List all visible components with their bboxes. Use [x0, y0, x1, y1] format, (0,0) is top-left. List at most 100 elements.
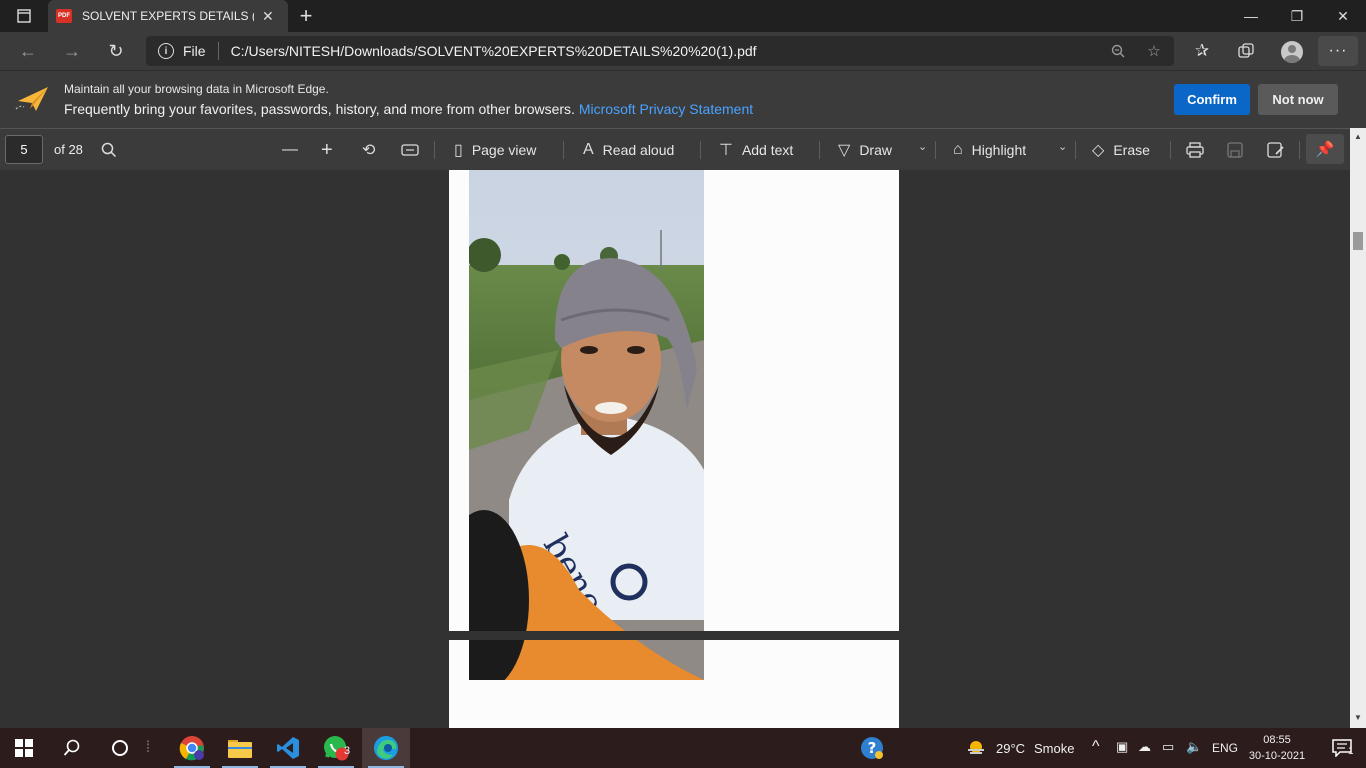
infobar-heading: Maintain all your browsing data in Micro…: [64, 82, 329, 96]
notifications-icon[interactable]: 1: [1318, 728, 1366, 768]
draw-options-chevron-icon[interactable]: ⌄: [918, 140, 927, 153]
search-icon[interactable]: [48, 728, 96, 768]
save-icon: [1227, 137, 1243, 163]
scroll-up-icon[interactable]: ▲: [1353, 132, 1363, 142]
read-aloud-button[interactable]: A Read aloud: [583, 137, 674, 163]
erase-button[interactable]: ◇ Erase: [1092, 137, 1150, 163]
tab-close-icon[interactable]: ✕: [262, 8, 274, 25]
forward-button[interactable]: →: [58, 38, 86, 64]
selfie-photo: bene: [469, 170, 704, 680]
file-explorer-icon[interactable]: [216, 728, 264, 768]
find-icon[interactable]: [101, 137, 117, 163]
back-button[interactable]: ←: [14, 38, 42, 64]
site-info-icon[interactable]: i: [158, 43, 174, 59]
page-total: of 28: [54, 142, 83, 157]
scrollbar-thumb[interactable]: [1353, 232, 1363, 250]
address-bar[interactable]: i File C:/Users/NITESH/Downloads/SOLVENT…: [146, 36, 1174, 66]
favorites-icon[interactable]: ✰: [1189, 39, 1215, 63]
tab-pdf-document[interactable]: PDF SOLVENT EXPERTS DETAILS (1).pdf ✕: [48, 0, 288, 32]
chrome-icon[interactable]: [168, 728, 216, 768]
read-aloud-icon: A: [583, 141, 594, 158]
tab-title: SOLVENT EXPERTS DETAILS (1).pdf: [82, 9, 254, 23]
weather-temperature[interactable]: 29°C: [996, 741, 1025, 756]
privacy-statement-link[interactable]: Microsoft Privacy Statement: [579, 101, 753, 117]
zoom-in-icon[interactable]: +: [321, 137, 342, 163]
toolbar-divider: [700, 141, 701, 159]
weather-description[interactable]: Smoke: [1034, 741, 1074, 756]
toolbar-divider: [1170, 141, 1171, 159]
eraser-icon: ◇: [1092, 142, 1105, 159]
rotate-icon[interactable]: ⟲: [362, 137, 384, 163]
language-indicator[interactable]: ENG: [1212, 741, 1238, 755]
onedrive-icon[interactable]: ☁: [1138, 739, 1151, 755]
draw-icon: ▽: [838, 142, 851, 159]
draw-label: Draw: [859, 142, 892, 158]
device-icon[interactable]: ▣: [1116, 739, 1128, 755]
add-favorite-icon[interactable]: ☆: [1142, 42, 1166, 60]
vertical-scrollbar[interactable]: ▲ ▼: [1350, 128, 1366, 728]
toolbar-divider: [563, 141, 564, 159]
profile-avatar[interactable]: [1281, 41, 1303, 63]
restore-button[interactable]: ❐: [1274, 0, 1320, 32]
zoom-icon[interactable]: [1106, 42, 1130, 60]
refresh-button[interactable]: ↻: [102, 38, 130, 64]
page-gap: [449, 631, 899, 640]
save-as-icon[interactable]: [1267, 137, 1284, 163]
edge-icon[interactable]: [362, 728, 410, 768]
page-view-label: Page view: [471, 142, 537, 158]
page-view-button[interactable]: ▯ Page view: [454, 137, 536, 163]
highlight-icon: ⌂: [953, 141, 963, 158]
highlight-button[interactable]: ⌂ Highlight: [953, 137, 1026, 163]
battery-icon[interactable]: ▭: [1162, 739, 1174, 755]
scheme-label: File: [183, 43, 206, 59]
add-text-button[interactable]: ⊤ Add text: [719, 137, 793, 163]
navigation-bar: ← → ↻ i File C:/Users/NITESH/Downloads/S…: [0, 32, 1366, 70]
close-window-button[interactable]: ✕: [1320, 0, 1366, 32]
tab-actions-icon[interactable]: [10, 6, 38, 26]
whatsapp-badge: 3: [343, 745, 351, 757]
pdf-toolbar: of 28 — + ⟲ ▯ Page view A Read aloud ⊤ Add …: [0, 128, 1366, 170]
not-now-button[interactable]: Not now: [1258, 84, 1338, 115]
toolbar-divider: [1075, 141, 1076, 159]
system-clock[interactable]: 08:55 30-10-2021: [1246, 732, 1308, 764]
draw-button[interactable]: ▽ Draw: [838, 137, 892, 163]
toolbar-divider: [819, 141, 820, 159]
add-text-icon: ⊤: [719, 142, 733, 159]
taskbar-gripper: ⁞: [145, 739, 151, 756]
infobar-message-text: Frequently bring your favorites, passwor…: [64, 101, 575, 117]
svg-text:?: ?: [868, 739, 877, 757]
windows-taskbar: ⁞ 3 ? 29°C Smoke ^ ▣ ☁ ▭ 🔈 ENG 08:55 30-…: [0, 728, 1366, 768]
url-text[interactable]: C:/Users/NITESH/Downloads/SOLVENT%20EXPE…: [231, 43, 757, 59]
tab-strip: PDF SOLVENT EXPERTS DETAILS (1).pdf ✕ + …: [0, 0, 1366, 32]
clock-date: 30-10-2021: [1248, 750, 1306, 762]
help-icon[interactable]: ?: [848, 728, 896, 768]
highlight-options-chevron-icon[interactable]: ⌄: [1058, 140, 1067, 153]
paper-plane-icon: [15, 87, 48, 111]
clock-time: 08:55: [1263, 734, 1291, 746]
whatsapp-icon[interactable]: 3: [312, 728, 360, 768]
pin-toolbar-icon[interactable]: 📌: [1306, 134, 1344, 164]
toolbar-divider: [935, 141, 936, 159]
weather-icon[interactable]: [956, 728, 996, 768]
collections-icon[interactable]: [1233, 39, 1259, 63]
pdf-viewer[interactable]: bene: [0, 170, 1350, 728]
read-aloud-label: Read aloud: [602, 142, 675, 158]
infobar-message: Frequently bring your favorites, passwor…: [64, 101, 753, 117]
chevron-up-icon[interactable]: ^: [1092, 738, 1100, 756]
vscode-icon[interactable]: [264, 728, 312, 768]
zoom-out-icon[interactable]: —: [282, 137, 307, 163]
start-button[interactable]: [0, 728, 48, 768]
erase-label: Erase: [1113, 142, 1150, 158]
print-icon[interactable]: [1186, 137, 1204, 163]
new-tab-button[interactable]: +: [294, 3, 318, 28]
scroll-down-icon[interactable]: ▼: [1353, 713, 1363, 723]
import-data-infobar: Maintain all your browsing data in Micro…: [0, 70, 1366, 128]
minimize-button[interactable]: —: [1228, 0, 1274, 32]
highlight-label: Highlight: [971, 142, 1027, 158]
page-number-input[interactable]: [5, 135, 43, 164]
volume-icon[interactable]: 🔈: [1186, 739, 1202, 755]
fit-page-icon[interactable]: [401, 137, 419, 163]
confirm-button[interactable]: Confirm: [1174, 84, 1250, 115]
add-text-label: Add text: [741, 142, 794, 158]
settings-more-button[interactable]: ···: [1318, 36, 1358, 66]
